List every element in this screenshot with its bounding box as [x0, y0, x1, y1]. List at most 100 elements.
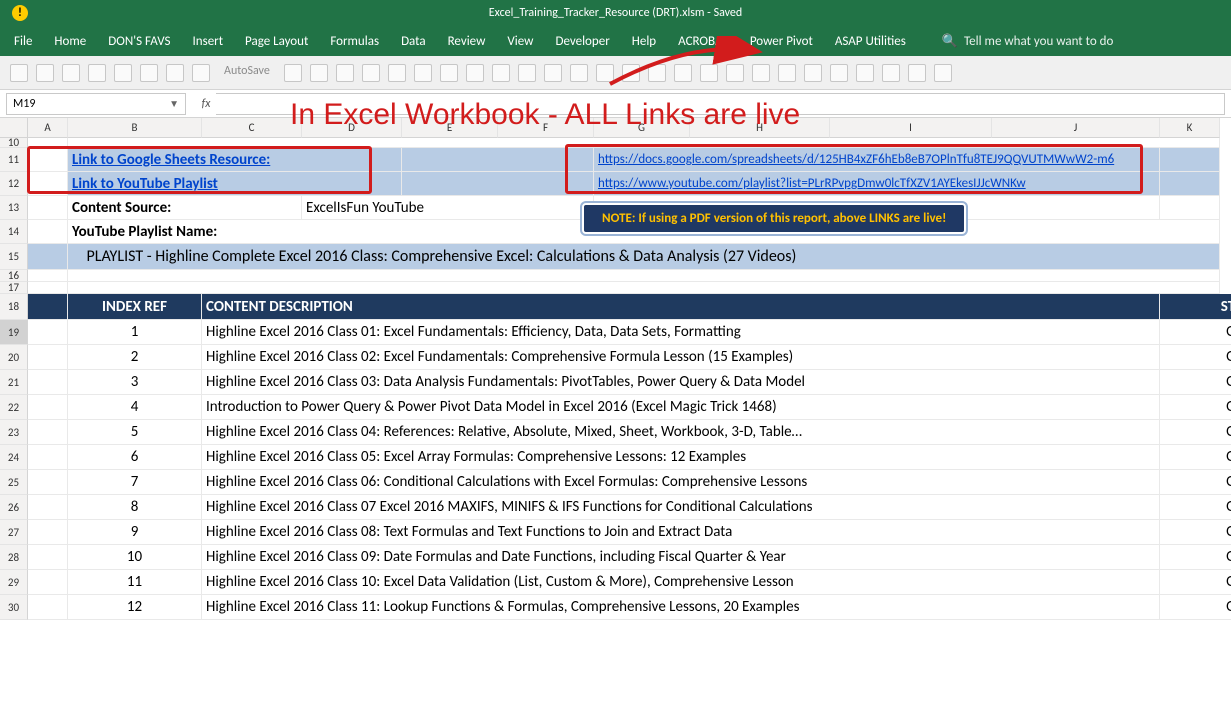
- qat-btn[interactable]: [700, 64, 718, 82]
- row-head-23[interactable]: 23: [0, 420, 28, 445]
- cell[interactable]: [28, 196, 68, 220]
- qat-btn[interactable]: [830, 64, 848, 82]
- qat-btn[interactable]: [622, 64, 640, 82]
- tab-formulas[interactable]: Formulas: [330, 34, 379, 49]
- tell-me-search[interactable]: 🔍 Tell me what you want to do: [942, 34, 1114, 49]
- cell[interactable]: [68, 270, 1220, 282]
- cell[interactable]: [28, 495, 68, 520]
- row-head-19[interactable]: 19: [0, 320, 28, 345]
- qat-btn[interactable]: [440, 64, 458, 82]
- qat-btn[interactable]: [166, 64, 184, 82]
- cell[interactable]: [28, 172, 68, 196]
- tab-home[interactable]: Home: [54, 34, 86, 49]
- cell[interactable]: [28, 294, 68, 320]
- fx-icon[interactable]: fx: [196, 97, 216, 111]
- cell[interactable]: [28, 220, 68, 244]
- col-head-D[interactable]: D: [302, 118, 402, 138]
- cell[interactable]: [1160, 196, 1220, 220]
- qat-btn[interactable]: [466, 64, 484, 82]
- row-head-26[interactable]: 26: [0, 495, 28, 520]
- link-youtube-playlist[interactable]: Link to YouTube Playlist: [72, 175, 218, 193]
- cell[interactable]: [68, 282, 1220, 294]
- qat-btn[interactable]: [10, 64, 28, 82]
- cell[interactable]: [28, 570, 68, 595]
- cell[interactable]: [28, 270, 68, 282]
- row-head-28[interactable]: 28: [0, 545, 28, 570]
- qat-btn[interactable]: [726, 64, 744, 82]
- select-all-corner[interactable]: [0, 118, 28, 138]
- col-head-J[interactable]: J: [992, 118, 1160, 138]
- row-head-24[interactable]: 24: [0, 445, 28, 470]
- cell[interactable]: [28, 148, 68, 172]
- cell[interactable]: [28, 445, 68, 470]
- row-head-15[interactable]: 15: [0, 244, 28, 270]
- cell[interactable]: [28, 420, 68, 445]
- row-head-13[interactable]: 13: [0, 196, 28, 220]
- cell[interactable]: [28, 244, 68, 270]
- cell[interactable]: [1160, 148, 1220, 172]
- tab-donsfavs[interactable]: DON'S FAVS: [108, 34, 170, 49]
- tab-acrobat[interactable]: ACROBAT: [678, 34, 728, 49]
- qat-btn[interactable]: [856, 64, 874, 82]
- qat-btn[interactable]: [596, 64, 614, 82]
- qat-btn[interactable]: [674, 64, 692, 82]
- qat-btn[interactable]: [192, 64, 210, 82]
- row-head-22[interactable]: 22: [0, 395, 28, 420]
- tab-file[interactable]: File: [14, 34, 32, 49]
- cell[interactable]: [28, 320, 68, 345]
- row-head-17[interactable]: 17: [0, 282, 28, 294]
- url-google-sheets[interactable]: https://docs.google.com/spreadsheets/d/1…: [598, 152, 1114, 167]
- row-head-27[interactable]: 27: [0, 520, 28, 545]
- col-head-G[interactable]: G: [594, 118, 690, 138]
- qat-btn[interactable]: [804, 64, 822, 82]
- tab-data[interactable]: Data: [401, 34, 426, 49]
- row-head-14[interactable]: 14: [0, 220, 28, 244]
- row-head-29[interactable]: 29: [0, 570, 28, 595]
- formula-bar[interactable]: [216, 93, 1225, 115]
- qat-btn[interactable]: [284, 64, 302, 82]
- qat-btn[interactable]: [362, 64, 380, 82]
- tab-help[interactable]: Help: [632, 34, 656, 49]
- cell[interactable]: [28, 282, 68, 294]
- row-head-10[interactable]: 10: [0, 138, 28, 148]
- qat-btn[interactable]: [544, 64, 562, 82]
- row-head-20[interactable]: 20: [0, 345, 28, 370]
- col-head-K[interactable]: K: [1160, 118, 1220, 138]
- tab-view[interactable]: View: [507, 34, 533, 49]
- tab-asaputilities[interactable]: ASAP Utilities: [835, 34, 906, 49]
- qat-btn[interactable]: [62, 64, 80, 82]
- row-head-21[interactable]: 21: [0, 370, 28, 395]
- cell[interactable]: [28, 370, 68, 395]
- row-head-11[interactable]: 11: [0, 148, 28, 172]
- cell[interactable]: [28, 595, 68, 620]
- tab-developer[interactable]: Developer: [555, 34, 609, 49]
- qat-btn[interactable]: [882, 64, 900, 82]
- qat-btn[interactable]: [310, 64, 328, 82]
- qat-btn[interactable]: [778, 64, 796, 82]
- qat-btn[interactable]: [388, 64, 406, 82]
- link-google-sheets[interactable]: Link to Google Sheets Resource:: [72, 151, 270, 169]
- name-box[interactable]: M19 ▼: [6, 93, 186, 115]
- row-head-12[interactable]: 12: [0, 172, 28, 196]
- col-head-F[interactable]: F: [498, 118, 594, 138]
- qat-btn[interactable]: [752, 64, 770, 82]
- url-youtube[interactable]: https://www.youtube.com/playlist?list=PL…: [598, 176, 1026, 191]
- col-head-I[interactable]: I: [830, 118, 992, 138]
- cell[interactable]: Link to YouTube Playlist: [68, 172, 402, 196]
- qat-btn[interactable]: [492, 64, 510, 82]
- cell[interactable]: [28, 345, 68, 370]
- tab-pagelayout[interactable]: Page Layout: [245, 34, 308, 49]
- cell[interactable]: [1160, 172, 1220, 196]
- cell-link-sheets[interactable]: Link to Google Sheets Resource:: [68, 148, 402, 172]
- tab-insert[interactable]: Insert: [193, 34, 224, 49]
- qat-btn[interactable]: [140, 64, 158, 82]
- cell[interactable]: [28, 470, 68, 495]
- cell[interactable]: https://www.youtube.com/playlist?list=PL…: [594, 172, 1160, 196]
- qat-btn[interactable]: [88, 64, 106, 82]
- col-head-E[interactable]: E: [402, 118, 498, 138]
- row-head-30[interactable]: 30: [0, 595, 28, 620]
- cell[interactable]: [402, 148, 594, 172]
- col-head-B[interactable]: B: [68, 118, 202, 138]
- qat-btn[interactable]: [114, 64, 132, 82]
- cell[interactable]: [68, 138, 1220, 148]
